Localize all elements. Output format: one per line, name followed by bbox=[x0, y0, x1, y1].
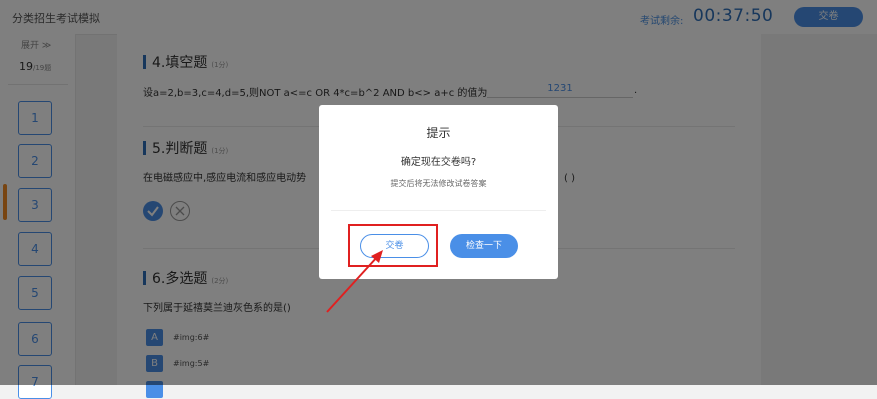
annotation-arrow-icon bbox=[326, 250, 383, 313]
